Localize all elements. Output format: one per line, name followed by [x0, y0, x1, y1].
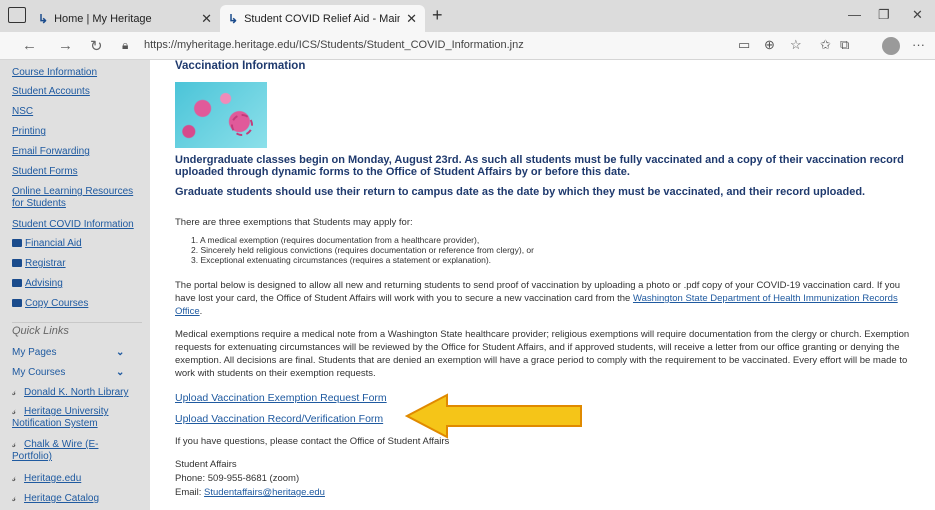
- folder-icon: [12, 279, 22, 287]
- browser-tab-covid[interactable]: ↳ Student COVID Relief Aid - Main ✕: [220, 5, 425, 32]
- list-item: 2. Sincerely held religious convictions …: [191, 245, 534, 255]
- divider: [12, 322, 142, 323]
- maximize-icon[interactable]: ❐: [878, 7, 890, 23]
- chevron-down-icon[interactable]: ⌄: [116, 347, 124, 359]
- browser-tab-bar: ↳ Home | My Heritage ✕ ↳ Student COVID R…: [0, 0, 935, 32]
- quick-link-label: Heritage Catalog: [24, 493, 100, 504]
- tab-title: Home | My Heritage: [54, 12, 152, 25]
- quick-link-my-courses[interactable]: My Courses ⌄: [12, 367, 142, 379]
- contact-email-label: Email:: [175, 487, 202, 498]
- contact-email-link[interactable]: Studentaffairs@heritage.edu: [204, 487, 325, 498]
- tab-title: Student COVID Relief Aid - Main: [244, 12, 401, 25]
- quick-link-chalk-wire[interactable]: 𝓈 Chalk & Wire (E-Portfolio): [12, 439, 122, 463]
- quick-link-label: My Courses: [12, 367, 66, 378]
- folder-icon: [12, 259, 22, 267]
- back-icon[interactable]: ←: [22, 37, 37, 54]
- exemptions-list: 1. A medical exemption (requires documen…: [191, 235, 534, 265]
- quick-links-heading: Quick Links: [12, 325, 69, 337]
- collections-icon[interactable]: ⧉: [840, 37, 849, 53]
- sidebar-item-label: Advising: [25, 278, 63, 289]
- contact-name: Student Affairs: [175, 459, 237, 470]
- exemptions-intro: There are three exemptions that Students…: [175, 217, 413, 228]
- sidebar-item-printing[interactable]: Printing: [12, 126, 46, 138]
- favorites-list-icon[interactable]: ✩: [820, 37, 831, 53]
- list-item: 1. A medical exemption (requires documen…: [191, 235, 480, 245]
- copy-courses-icon: [12, 299, 22, 307]
- virus-image: [175, 82, 267, 148]
- arrow-shape: [405, 393, 582, 439]
- favorite-icon[interactable]: ☆: [790, 37, 802, 53]
- sidebar-item-student-forms[interactable]: Student Forms: [12, 166, 78, 178]
- record-form-link[interactable]: Upload Vaccination Record/Verification F…: [175, 413, 383, 425]
- sidebar-item-nsc[interactable]: NSC: [12, 106, 33, 118]
- tab-close-icon[interactable]: ✕: [406, 11, 417, 27]
- contact-phone: Phone: 509-955-8681 (zoom): [175, 473, 300, 484]
- sidebar-item-registrar[interactable]: Registrar: [12, 258, 66, 270]
- sidebar-item-label: Registrar: [25, 258, 66, 269]
- sidebar-item-label: Copy Courses: [25, 298, 89, 309]
- sidebar: Course Information Student Accounts NSC …: [0, 60, 150, 510]
- link-icon: 𝓈: [12, 439, 16, 450]
- quick-link-label: My Pages: [12, 347, 57, 358]
- new-tab-icon[interactable]: +: [432, 5, 443, 26]
- forward-icon[interactable]: →: [58, 37, 73, 54]
- quick-link-label: Donald K. North Library: [24, 387, 129, 398]
- zoom-icon[interactable]: ⊕: [764, 37, 775, 53]
- folder-icon: [12, 239, 22, 247]
- refresh-icon[interactable]: ↻: [90, 37, 103, 55]
- sidebar-item-copy-courses[interactable]: Copy Courses: [12, 298, 88, 310]
- portal-paragraph: The portal below is designed to allow al…: [175, 280, 901, 317]
- more-menu-icon[interactable]: ···: [912, 37, 925, 52]
- site-info-icon[interactable]: 🔒︎: [122, 38, 128, 53]
- url-input[interactable]: https://myheritage.heritage.edu/ICS/Stud…: [144, 39, 524, 51]
- medical-paragraph: Medical exemptions require a medical not…: [175, 329, 910, 379]
- link-icon: 𝓈: [12, 473, 16, 484]
- sidebar-item-email-forwarding[interactable]: Email Forwarding: [12, 146, 90, 158]
- sidebar-item-online-learning[interactable]: Online Learning Resources for Students: [12, 186, 142, 210]
- grad-notice: Graduate students should use their retur…: [175, 186, 866, 198]
- reader-view-icon[interactable]: ▭: [738, 37, 750, 53]
- sidebar-item-financial-aid[interactable]: Financial Aid: [12, 238, 82, 250]
- link-icon: 𝓈: [12, 406, 16, 417]
- tab-favicon-icon: ↳: [228, 11, 239, 26]
- quick-link-label: Heritage University Notification System: [12, 406, 109, 429]
- quick-link-heritage-edu[interactable]: 𝓈 Heritage.edu: [12, 473, 81, 485]
- sidebar-item-student-accounts[interactable]: Student Accounts: [12, 86, 90, 98]
- sidebar-item-advising[interactable]: Advising: [12, 278, 63, 290]
- address-bar: ← → ↻ 🔒︎ https://myheritage.heritage.edu…: [0, 32, 935, 60]
- page-title: Vaccination Information: [175, 60, 306, 72]
- list-item: 3. Exceptional extenuating circumstances…: [191, 255, 492, 265]
- exemption-form-link[interactable]: Upload Vaccination Exemption Request For…: [175, 392, 387, 404]
- tab-favicon-icon: ↳: [38, 11, 49, 26]
- virus-icon: [231, 114, 253, 136]
- contact-email-row: Email: Studentaffairs@heritage.edu: [175, 486, 920, 499]
- tab-close-icon[interactable]: ✕: [201, 11, 212, 27]
- quick-link-notification-system[interactable]: 𝓈 Heritage University Notification System: [12, 406, 137, 430]
- minimize-icon[interactable]: —: [848, 7, 861, 22]
- link-icon: 𝓈: [12, 387, 16, 398]
- sidebar-item-student-covid-information[interactable]: Student COVID Information: [12, 219, 134, 231]
- quick-link-library[interactable]: 𝓈 Donald K. North Library: [12, 387, 129, 399]
- browser-tab-home[interactable]: ↳ Home | My Heritage ✕: [30, 5, 220, 32]
- chevron-down-icon[interactable]: ⌄: [116, 367, 124, 379]
- undergrad-notice: Undergraduate classes begin on Monday, A…: [175, 154, 904, 178]
- quick-link-label: Chalk & Wire (E-Portfolio): [12, 439, 99, 462]
- window-close-icon[interactable]: ✕: [912, 7, 923, 23]
- quick-link-heritage-catalog[interactable]: 𝓈 Heritage Catalog: [12, 493, 99, 505]
- link-icon: 𝓈: [12, 493, 16, 504]
- window-menu-icon[interactable]: [8, 7, 26, 23]
- quick-link-label: Heritage.edu: [24, 473, 82, 484]
- sidebar-item-label: Financial Aid: [25, 238, 82, 249]
- arrow-left-icon: [405, 393, 582, 439]
- profile-avatar[interactable]: [882, 37, 900, 55]
- sidebar-item-course-information[interactable]: Course Information: [12, 67, 97, 79]
- quick-link-my-pages[interactable]: My Pages ⌄: [12, 347, 142, 359]
